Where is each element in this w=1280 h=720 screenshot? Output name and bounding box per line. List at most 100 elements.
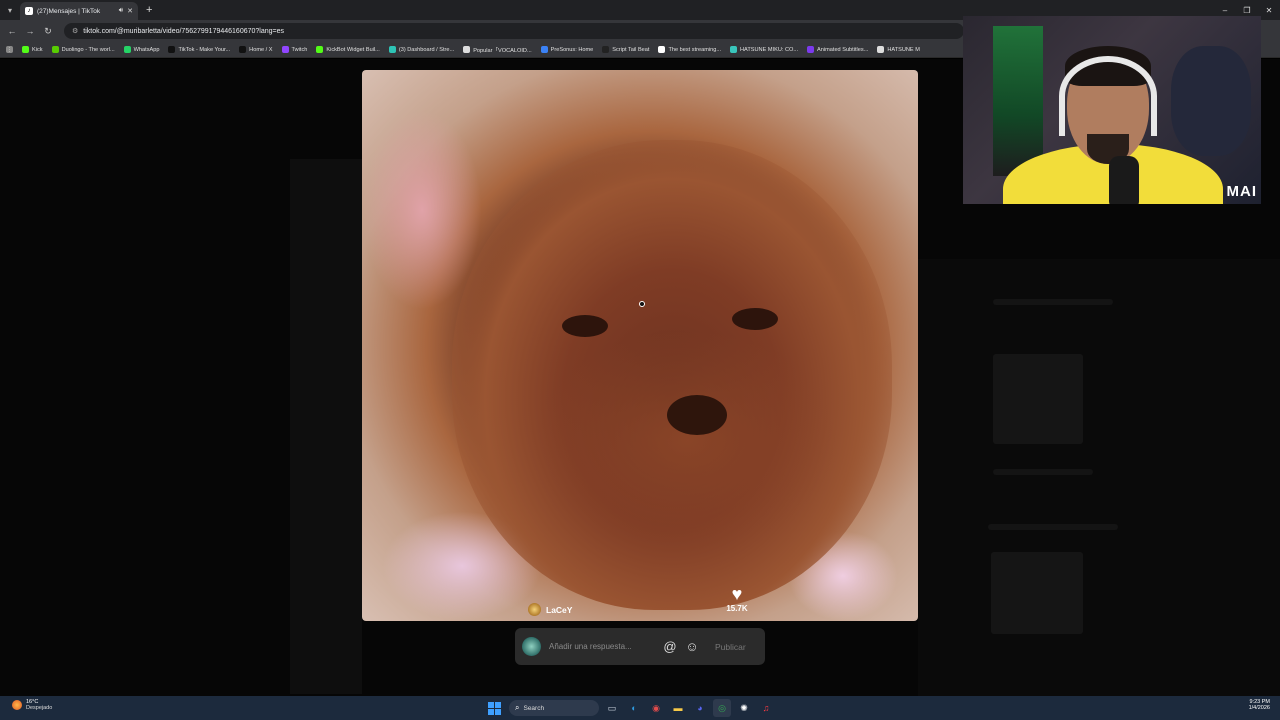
subtitles-icon bbox=[807, 46, 815, 53]
reply-input[interactable] bbox=[549, 642, 655, 651]
video-frame-dog-eye bbox=[562, 315, 608, 337]
streaming-icon bbox=[658, 46, 666, 53]
like-count: 15.7K bbox=[726, 604, 748, 613]
mouse-cursor bbox=[639, 301, 645, 307]
video-player[interactable]: LaCeY ♥ 15.7K bbox=[362, 70, 918, 621]
bookmark-label: Script Tail Beat bbox=[612, 46, 650, 53]
background-video-blur bbox=[290, 159, 362, 694]
bookmark-item[interactable]: HATSUNE M bbox=[877, 46, 920, 53]
tab-close-icon[interactable]: ✕ bbox=[127, 7, 133, 15]
webcam-background-drums bbox=[1171, 46, 1251, 156]
weather-icon bbox=[12, 700, 22, 710]
bookmark-item[interactable]: HATSUNE MIKU: CO... bbox=[730, 46, 798, 53]
video-frame-pink-blanket bbox=[362, 110, 482, 310]
video-frame-dog-nose bbox=[667, 395, 727, 435]
dimmed-text bbox=[993, 299, 1113, 305]
bookmark-item[interactable]: Animated Subtitles... bbox=[807, 46, 868, 53]
bookmark-item[interactable]: Popular「VOCALOID... bbox=[463, 46, 532, 54]
address-bar[interactable]: ⚙ tiktok.com/@muribarletta/video/7562799… bbox=[64, 23, 964, 39]
task-view-icon[interactable]: ▭ bbox=[603, 699, 621, 717]
chrome-dev-icon[interactable]: ◉ bbox=[647, 699, 665, 717]
chatgpt-icon[interactable]: ✺ bbox=[735, 699, 753, 717]
tab-tiktok[interactable]: ♪ (27)Mensajes | TikTok 🔊︎ ✕ bbox=[20, 2, 138, 20]
bookmark-label: PreSonus: Home bbox=[550, 46, 594, 53]
system-clock[interactable]: 9:23 PM 1/4/2026 bbox=[1249, 699, 1270, 711]
tiktok-favicon-icon: ♪ bbox=[25, 7, 33, 15]
bookmark-item[interactable]: Script Tail Beat bbox=[602, 46, 649, 53]
url-text: tiktok.com/@muribarletta/video/756279917… bbox=[83, 27, 284, 35]
emoji-icon[interactable]: ☺ bbox=[685, 639, 699, 654]
start-button[interactable] bbox=[488, 701, 501, 715]
miku-icon bbox=[877, 46, 885, 53]
miku-icon bbox=[730, 46, 738, 53]
webcam-overlay: MAI bbox=[963, 16, 1261, 204]
bookmark-item[interactable]: The best streaming... bbox=[658, 46, 721, 53]
clock-date: 1/4/2026 bbox=[1248, 705, 1270, 711]
dimmed-text bbox=[988, 524, 1118, 530]
bookmark-label: Home / X bbox=[249, 46, 273, 53]
bookmark-label: (3) Dashboard / Stre... bbox=[398, 46, 455, 53]
kickbot-icon bbox=[316, 46, 324, 53]
bookmark-item[interactable]: (3) Dashboard / Stre... bbox=[388, 46, 455, 53]
bookmark-label: KickBot Widget Buil... bbox=[326, 46, 380, 53]
chrome-icon[interactable]: ◎ bbox=[713, 699, 731, 717]
weather-widget[interactable]: 16°C Despejado bbox=[12, 699, 52, 711]
dimmed-thumbnail bbox=[993, 354, 1083, 444]
site-info-icon[interactable]: ⚙ bbox=[72, 27, 78, 35]
bookmark-item[interactable]: KickBot Widget Buil... bbox=[316, 46, 380, 53]
video-frame-dog-muzzle bbox=[537, 330, 837, 550]
heart-icon[interactable]: ♥ bbox=[732, 585, 743, 603]
file-explorer-icon[interactable]: ▬ bbox=[669, 699, 687, 717]
edge-icon[interactable]: ◐ bbox=[625, 699, 643, 717]
bookmark-label: Twitch bbox=[291, 46, 308, 53]
comments-panel-dimmed bbox=[918, 259, 1280, 696]
new-tab-button[interactable]: + bbox=[146, 4, 152, 16]
dashboard-icon bbox=[388, 46, 396, 53]
bookmark-item[interactable]: WhatsApp bbox=[123, 46, 160, 53]
tiktok-icon bbox=[168, 46, 176, 53]
forward-button[interactable]: → bbox=[22, 23, 38, 39]
taskbar-search[interactable]: ⌕ Search bbox=[509, 700, 599, 716]
bookmark-item[interactable]: TikTok - Make Your... bbox=[168, 46, 230, 53]
weather-text: 16°C Despejado bbox=[26, 699, 52, 711]
bookmark-label: Popular「VOCALOID... bbox=[473, 47, 532, 54]
reload-button[interactable]: ↻ bbox=[40, 23, 56, 39]
dimmed-thumbnail bbox=[991, 552, 1083, 634]
like-button[interactable]: ♥ 15.7K bbox=[724, 585, 750, 613]
publish-button[interactable]: Publicar bbox=[715, 642, 746, 652]
webcam-background-lights bbox=[993, 26, 1043, 176]
mention-icon[interactable]: @ bbox=[663, 639, 677, 654]
bookmark-item[interactable]: Twitch bbox=[281, 46, 308, 53]
back-button[interactable]: ← bbox=[4, 23, 20, 39]
bookmark-label: WhatsApp bbox=[133, 46, 160, 53]
bookmark-label: HATSUNE M bbox=[887, 46, 920, 53]
video-frame-dog-eye bbox=[732, 308, 778, 330]
taskbar-apps: ⌕ Search ▭ ◐ ◉ ▬ ◕ ◎ ✺ ♫ bbox=[488, 698, 775, 718]
speaker-icon[interactable]: 🔊︎ bbox=[119, 7, 123, 15]
bookmark-label: Animated Subtitles... bbox=[817, 46, 869, 53]
bookmark-item[interactable]: Home / X bbox=[239, 46, 273, 53]
discord-icon[interactable]: ◕ bbox=[691, 699, 709, 717]
itunes-icon[interactable]: ♫ bbox=[757, 699, 775, 717]
vocaloid-icon bbox=[463, 46, 471, 53]
bookmark-label: Kick bbox=[32, 46, 43, 53]
whatsapp-icon bbox=[123, 46, 131, 53]
close-window-button[interactable]: ✕ bbox=[1258, 0, 1280, 20]
dimmed-text bbox=[993, 469, 1093, 475]
weather-condition: Despejado bbox=[26, 705, 53, 711]
search-icon: ⌕ bbox=[515, 703, 520, 712]
user-avatar bbox=[522, 637, 541, 656]
bookmark-item[interactable]: Duolingo - The worl... bbox=[51, 46, 115, 53]
channel-logo: MAI bbox=[1226, 183, 1257, 200]
bookmark-label: The best streaming... bbox=[668, 46, 722, 53]
script-icon bbox=[602, 46, 610, 53]
bookmark-item[interactable]: Kick bbox=[22, 46, 43, 53]
bookmark-item[interactable]: PreSonus: Home bbox=[540, 46, 594, 53]
author-name[interactable]: LaCeY bbox=[546, 605, 572, 615]
bookmark-label: Duolingo - The worl... bbox=[61, 46, 115, 53]
video-author[interactable]: LaCeY bbox=[528, 603, 572, 616]
author-avatar[interactable] bbox=[528, 603, 541, 616]
tab-search-button[interactable]: ▾ bbox=[0, 0, 20, 20]
bookmark-label: TikTok - Make Your... bbox=[178, 46, 231, 53]
apps-icon[interactable]: ⋮ bbox=[6, 46, 13, 53]
